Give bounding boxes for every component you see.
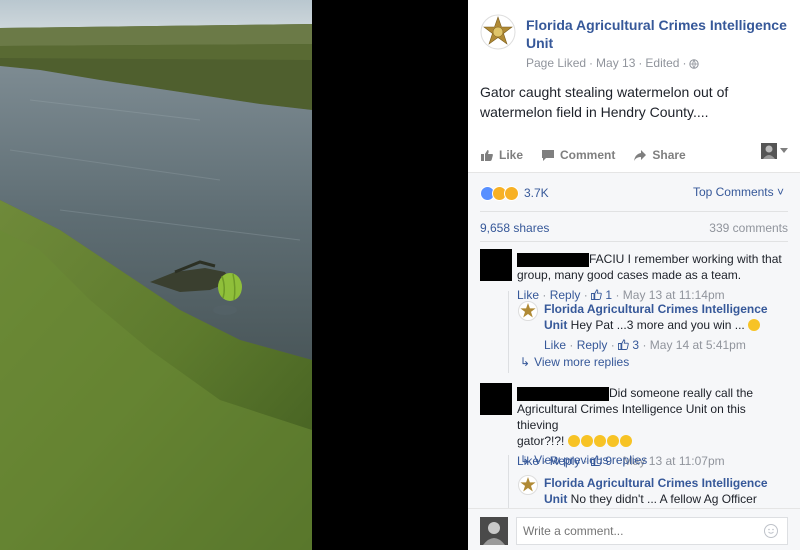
reply-like-count[interactable]: 3 [632,338,639,352]
reply-thread-line [508,291,509,373]
thumbs-up-icon [591,289,602,300]
post-text: Gator caught stealing watermelon out of … [480,84,729,120]
comments-count[interactable]: 339 comments [709,221,788,235]
thumbs-up-icon [618,339,629,350]
separator: · [610,338,615,352]
separator: · [569,338,574,352]
comment-text: Did someone really call the [609,386,754,400]
post-photo[interactable] [0,0,312,550]
reaction-icons [480,185,519,201]
share-button[interactable]: Share [633,148,686,162]
reply-item: Florida Agricultural Crimes Intelligence… [518,301,788,353]
comment-text: FACIU I remember working with that [589,252,782,266]
post-actions-bar: Like Comment Share [480,143,788,167]
caret-down-icon [780,148,788,153]
sheriff-star-icon[interactable] [480,14,516,50]
reply-reply-link[interactable]: Reply [577,338,608,352]
comment-text: gator?!?! [517,434,565,448]
meta-separator: · [638,56,643,70]
comment-input[interactable] [516,517,788,545]
post-meta: Page Liked · May 13 · Edited · [526,56,700,70]
laughing-emoji-icons [567,434,633,448]
emoji-picker-icon[interactable] [764,524,778,538]
separator: · [583,288,588,302]
commenter-avatar[interactable] [480,383,512,415]
like-label: Like [499,148,524,162]
sheriff-star-icon[interactable] [518,475,538,495]
separator: · [542,288,547,302]
post-date[interactable]: May 13 [596,56,635,70]
reaction-count[interactable]: 3.7K [524,186,549,200]
comment-body: FACIU I remember working with that group… [517,251,782,303]
user-avatar [761,143,777,159]
reply-like-link[interactable]: Like [544,338,566,352]
reply-body: Florida Agricultural Crimes Intelligence… [544,475,768,507]
like-button[interactable]: Like [480,148,523,162]
page-liked-label[interactable]: Page Liked [526,56,586,70]
page-name-link[interactable]: Florida Agricultural Crimes Intelligence… [526,16,788,52]
reply-actions: Like · Reply · 3 · May 14 at 5:41pm [544,337,768,353]
sheriff-star-icon[interactable] [518,301,538,321]
reply-text: No they didn't ... A fellow Ag Officer [570,492,757,506]
thumbs-up-icon [481,149,493,161]
comment-label: Comment [560,148,616,162]
globe-icon[interactable] [689,58,700,69]
reply-thread-line [508,455,509,509]
caret-down-icon: ˅ [776,185,784,199]
separator: · [615,288,620,302]
comment-composer [468,508,800,550]
meta-separator: · [589,56,594,70]
comment-like-count[interactable]: 1 [605,288,612,302]
shares-count-link[interactable]: 9,658 shares [480,221,549,235]
comment-item: Did someone really call the Agricultural… [480,383,790,468]
redacted-name [517,386,609,401]
reply-author-link[interactable]: Unit [544,492,567,506]
comment-like-link[interactable]: Like [517,288,539,302]
view-more-replies-link[interactable]: ↳ View more replies [520,355,629,369]
comment-timestamp[interactable]: May 13 at 11:14pm [623,288,725,302]
view-previous-replies-link[interactable]: ↳ View previous replies [520,453,647,467]
comments-section: 3.7K Top Comments ˅ 9,658 shares 339 com… [468,172,800,550]
view-more-label: View more replies [534,355,630,369]
comment-bubble-icon [542,149,555,161]
divider [480,241,788,242]
share-arrow-icon [634,149,647,161]
comment-text: group, many good cases made as a team. [517,268,742,282]
user-avatar [480,517,508,545]
post-panel: Florida Agricultural Crimes Intelligence… [468,0,800,550]
view-previous-label: View previous replies [534,453,648,467]
comment-reply-link[interactable]: Reply [550,288,581,302]
reactions-row[interactable]: 3.7K Top Comments ˅ [480,183,788,203]
meta-separator: · [682,56,687,70]
top-comments-dropdown[interactable]: Top Comments ˅ [693,185,784,199]
top-comments-label: Top Comments [692,185,774,199]
photo-letterbox [312,0,468,550]
reply-text: Hey Pat ...3 more and you win ... [570,318,745,332]
comment-button[interactable]: Comment [541,148,615,162]
stats-row: 9,658 shares 339 comments [480,221,788,235]
reply-author-link[interactable]: Florida Agricultural Crimes Intelligence [544,301,768,317]
commenter-avatar[interactable] [480,249,512,281]
edited-label[interactable]: Edited [645,56,679,70]
post-as-selector[interactable] [761,143,788,159]
divider [480,211,788,212]
alligator-watermelon-photo [0,0,312,550]
share-label: Share [652,148,686,162]
wow-reaction-icon [504,185,519,201]
reply-body: Florida Agricultural Crimes Intelligence… [544,301,768,353]
reply-arrow-icon: ↳ [520,453,531,467]
reply-author-link[interactable]: Unit [544,318,567,332]
reply-timestamp[interactable]: May 14 at 5:41pm [650,338,746,352]
separator: · [642,338,647,352]
reply-item: Florida Agricultural Crimes Intelligence… [518,475,788,511]
reply-arrow-icon: ↳ [520,355,531,369]
reply-author-link[interactable]: Florida Agricultural Crimes Intelligence [544,475,768,491]
grinning-emoji-icon [748,319,761,331]
redacted-name [517,252,589,267]
comment-text: Agricultural Crimes Intelligence Unit on… [517,402,746,432]
